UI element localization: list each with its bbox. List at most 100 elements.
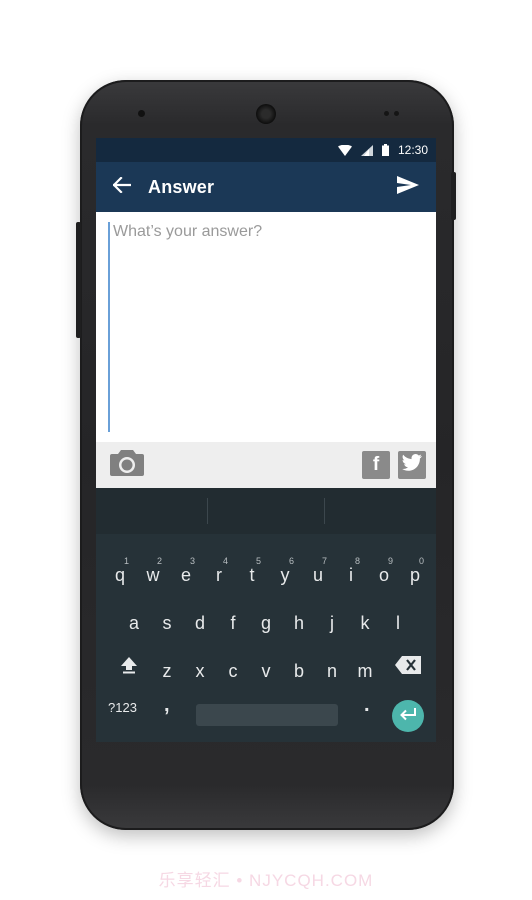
suggestion-right[interactable] [326,488,436,534]
key-label: v [261,660,271,681]
shift-icon [120,656,138,679]
key-label: b [293,660,304,681]
suggestion-strip [96,488,436,534]
key-o[interactable]: 9o [368,550,400,596]
key-hint: 2 [156,556,162,566]
twitter-share-button[interactable] [398,451,426,479]
battery-icon [381,144,389,156]
comma-key[interactable]: , [164,694,170,717]
answer-area [96,212,436,442]
signal-icon [360,144,373,156]
key-w[interactable]: 2w [137,550,169,596]
key-d[interactable]: d [184,598,216,644]
key-c[interactable]: c [217,646,249,692]
soft-keyboard: 1q 2w 3e 4r 5t 6y 7u 8i 9o 0p a s d f g … [96,488,436,742]
send-button[interactable] [380,162,436,212]
key-i[interactable]: 8i [335,550,367,596]
key-label: x [195,660,205,681]
key-row-1: 1q 2w 3e 4r 5t 6y 7u 8i 9o 0p [96,550,436,596]
period-key[interactable]: . [364,694,370,717]
key-hint: 4 [222,556,228,566]
key-m[interactable]: m [349,646,381,692]
facebook-share-button[interactable]: f [362,451,390,479]
volume-button [76,222,81,338]
suggestion-divider [207,498,208,524]
key-u[interactable]: 7u [302,550,334,596]
key-k[interactable]: k [349,598,381,644]
key-y[interactable]: 6y [269,550,301,596]
key-a[interactable]: a [118,598,150,644]
key-v[interactable]: v [250,646,282,692]
suggestion-left[interactable] [96,488,206,534]
key-hint: 7 [321,556,327,566]
key-z[interactable]: z [151,646,183,692]
key-row-2: a s d f g h j k l [96,598,436,644]
watermark: 乐享轻汇 • NJYCQH.COM [158,871,374,890]
enter-key[interactable] [392,700,424,732]
front-camera [138,110,145,117]
key-hint: 8 [354,556,360,566]
key-label: n [326,660,337,681]
key-label: g [260,612,271,633]
key-label: z [162,660,172,681]
key-hint: 1 [123,556,129,566]
key-label: h [293,612,304,633]
key-label: i [349,564,353,585]
key-label: m [357,660,373,681]
key-n[interactable]: n [316,646,348,692]
send-icon [397,175,419,199]
key-label: a [128,612,139,633]
power-button [451,172,456,220]
key-s[interactable]: s [151,598,183,644]
key-label: d [194,612,205,633]
backspace-icon [395,655,421,679]
key-label: l [396,612,400,633]
key-h[interactable]: h [283,598,315,644]
space-key[interactable] [196,704,338,726]
key-f[interactable]: f [217,598,249,644]
key-j[interactable]: j [316,598,348,644]
key-g[interactable]: g [250,598,282,644]
key-t[interactable]: 5t [236,550,268,596]
screen: 12:30 Answer What’s your answer? f 1 q 2… [96,138,436,742]
key-label: s [162,612,172,633]
page-title: Answer [148,176,215,197]
key-label: k [360,612,370,633]
shift-key[interactable] [116,654,142,680]
key-x[interactable]: x [184,646,216,692]
key-e[interactable]: 3e [170,550,202,596]
key-r[interactable]: 4r [203,550,235,596]
key-b[interactable]: b [283,646,315,692]
key-hint: 0 [418,556,424,566]
key-l[interactable]: l [382,598,414,644]
status-bar: 12:30 [96,138,436,162]
key-row-3: z x c v b n m [96,646,436,692]
answer-input[interactable] [108,222,428,432]
key-label: c [228,660,238,681]
media-bar: f [96,442,436,488]
share-buttons: f [362,451,426,479]
back-button[interactable] [96,162,148,212]
key-hint: 6 [288,556,294,566]
key-hint: 3 [189,556,195,566]
key-label: f [230,612,236,633]
twitter-icon [402,453,422,477]
key-hint: 9 [387,556,393,566]
earpiece-speaker [256,104,276,124]
key-label: j [330,612,334,633]
status-time: 12:30 [397,143,428,157]
key-label: r [216,564,222,585]
delete-key[interactable] [394,655,422,679]
enter-icon [399,707,417,726]
symbols-key[interactable]: ?123 [108,700,137,715]
camera-button[interactable] [110,449,144,481]
suggestion-center[interactable] [209,488,319,534]
proximity-sensor [384,111,389,116]
key-q[interactable]: 1q [104,550,136,596]
app-bar: Answer [96,162,436,212]
key-p[interactable]: 0p [399,550,431,596]
suggestion-divider [324,498,325,524]
light-sensor [394,111,399,116]
wifi-icon [337,144,352,156]
camera-icon [110,449,144,480]
